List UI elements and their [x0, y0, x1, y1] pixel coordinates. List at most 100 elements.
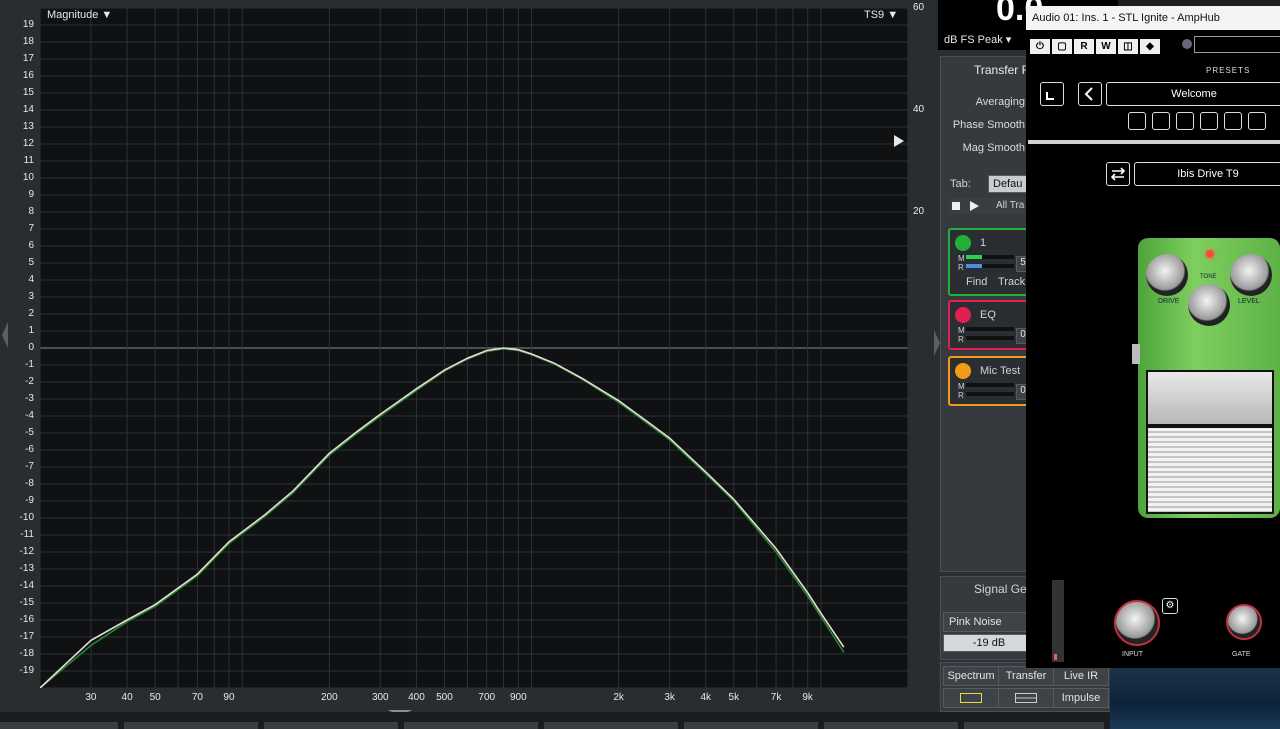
power-icon[interactable]: ⏻: [1030, 39, 1050, 54]
y-tick-label: 5: [28, 257, 34, 268]
y-tick-label: -14: [19, 580, 34, 591]
divider: [1028, 140, 1280, 144]
stop-icon[interactable]: [952, 202, 960, 210]
y-tick-label: -3: [25, 393, 34, 404]
sidechain-icon[interactable]: ◆: [1140, 39, 1160, 54]
y-tick-label: 2: [28, 308, 34, 319]
read-button[interactable]: R: [1074, 39, 1094, 54]
led-indicator: [1206, 250, 1214, 258]
left-collapse-icon[interactable]: [0, 320, 10, 350]
play-icon[interactable]: [970, 201, 979, 211]
save-preset-icon[interactable]: [1176, 112, 1194, 130]
y-tick-label: -19: [19, 665, 34, 676]
track-lane[interactable]: [0, 722, 118, 729]
split-pane-icon: [1015, 693, 1037, 703]
plot-svg: [39, 7, 909, 689]
preset-actions: [1128, 112, 1278, 130]
y-tick-label: -9: [25, 495, 34, 506]
y-tick-label: 19: [22, 19, 34, 30]
track-lane[interactable]: [964, 722, 1104, 729]
track-lane[interactable]: [684, 722, 818, 729]
pedal-name[interactable]: Ibis Drive T9: [1134, 162, 1280, 186]
input-meter-fill: [1054, 654, 1057, 660]
write-button[interactable]: W: [1096, 39, 1116, 54]
bypass-icon[interactable]: ▢: [1052, 39, 1072, 54]
split-view-button[interactable]: [998, 688, 1054, 708]
new-preset-icon[interactable]: [1128, 112, 1146, 130]
panel-collapse-icon[interactable]: [932, 328, 942, 358]
peak-mode-select[interactable]: dB FS Peak ▾: [944, 33, 1011, 46]
footswitch[interactable]: [1146, 426, 1274, 514]
track-lane[interactable]: [824, 722, 958, 729]
y-tick-label: -2: [25, 376, 34, 387]
back-icon[interactable]: [1078, 82, 1102, 106]
resize-icon[interactable]: [1040, 82, 1064, 106]
y-tick-label: -16: [19, 614, 34, 625]
x-tick-label: 300: [371, 692, 389, 703]
single-view-button[interactable]: [943, 688, 999, 708]
right-tick-label: 40: [913, 104, 925, 115]
y-tick-label: 13: [22, 121, 34, 132]
track-color-dot[interactable]: [955, 363, 971, 379]
marker-arrow-icon[interactable]: [894, 135, 904, 147]
track-name: Mic Test: [980, 365, 1021, 377]
track-lane[interactable]: [404, 722, 538, 729]
y-tick-label: -7: [25, 461, 34, 472]
all-tracks-button[interactable]: All Tra: [996, 200, 1024, 211]
meter-r: [966, 336, 1014, 340]
y-tick-label: -10: [19, 512, 34, 523]
track-lane[interactable]: [264, 722, 398, 729]
transfer-tab[interactable]: Transfer: [998, 666, 1054, 686]
copy-preset-icon[interactable]: [1224, 112, 1242, 130]
gate-knob[interactable]: [1226, 604, 1262, 640]
track-color-dot[interactable]: [955, 235, 971, 251]
presets-label: PRESETS: [1206, 66, 1251, 75]
revert-preset-icon[interactable]: [1200, 112, 1218, 130]
track-card-1[interactable]: 1 M R 5 Find Track: [948, 228, 1034, 296]
spectrum-tab[interactable]: Spectrum: [943, 666, 999, 686]
find-button[interactable]: Find: [966, 276, 987, 288]
preset-name[interactable]: Welcome: [1106, 82, 1280, 106]
noise-level-field[interactable]: -19 dB: [943, 634, 1035, 652]
trace-dropdown[interactable]: TS9 ▼: [864, 9, 898, 21]
input-label: INPUT: [1122, 651, 1143, 658]
tone-knob[interactable]: [1188, 284, 1230, 326]
preset-field[interactable]: [1194, 36, 1280, 53]
gate-label: GATE: [1232, 651, 1251, 658]
x-tick-label: 200: [320, 692, 338, 703]
meter-r-label: R: [958, 391, 964, 400]
meter-m-label: M: [958, 254, 965, 263]
meter-r: [966, 392, 1014, 396]
drive-knob[interactable]: [1146, 254, 1188, 296]
input-knob[interactable]: [1114, 600, 1160, 646]
frequency-plot[interactable]: [39, 7, 909, 689]
level-knob[interactable]: [1230, 254, 1272, 296]
y-tick-label: 3: [28, 291, 34, 302]
compare-icon[interactable]: ◫: [1118, 39, 1138, 54]
track-button[interactable]: Track: [998, 276, 1025, 288]
meter-r-label: R: [958, 335, 964, 344]
noise-type-select[interactable]: Pink Noise: [943, 612, 1034, 632]
transport-bar: All Tra: [948, 198, 1028, 214]
swap-icon[interactable]: [1106, 162, 1130, 186]
delete-preset-icon[interactable]: [1248, 112, 1266, 130]
track-color-dot[interactable]: [955, 307, 971, 323]
track-lane[interactable]: [124, 722, 258, 729]
y-tick-label: 4: [28, 274, 34, 285]
live-ir-tab[interactable]: Live IR: [1053, 666, 1109, 686]
y-tick-label: 10: [22, 172, 34, 183]
track-card-eq[interactable]: EQ M R 0: [948, 300, 1034, 350]
phase-smooth-label: Phase Smooth: [952, 119, 1025, 131]
x-tick-label: 500: [436, 692, 453, 703]
plugin-title-bar[interactable]: Audio 01: Ins. 1 - STL Ignite - AmpHub: [1026, 6, 1280, 30]
track-card-mic-test[interactable]: Mic Test M R 0: [948, 356, 1034, 406]
track-lane[interactable]: [544, 722, 678, 729]
settings-gear-icon[interactable]: ⚙: [1162, 598, 1178, 614]
x-tick-label: 9k: [802, 692, 813, 703]
import-preset-icon[interactable]: [1152, 112, 1170, 130]
plugin-toolbar: ⏻ ▢ R W ◫ ◆: [1030, 36, 1280, 54]
magnitude-dropdown[interactable]: Magnitude ▼: [47, 9, 112, 21]
y-tick-label: -12: [19, 546, 34, 557]
impulse-button[interactable]: Impulse: [1053, 688, 1109, 708]
meter-m: [966, 327, 1014, 331]
